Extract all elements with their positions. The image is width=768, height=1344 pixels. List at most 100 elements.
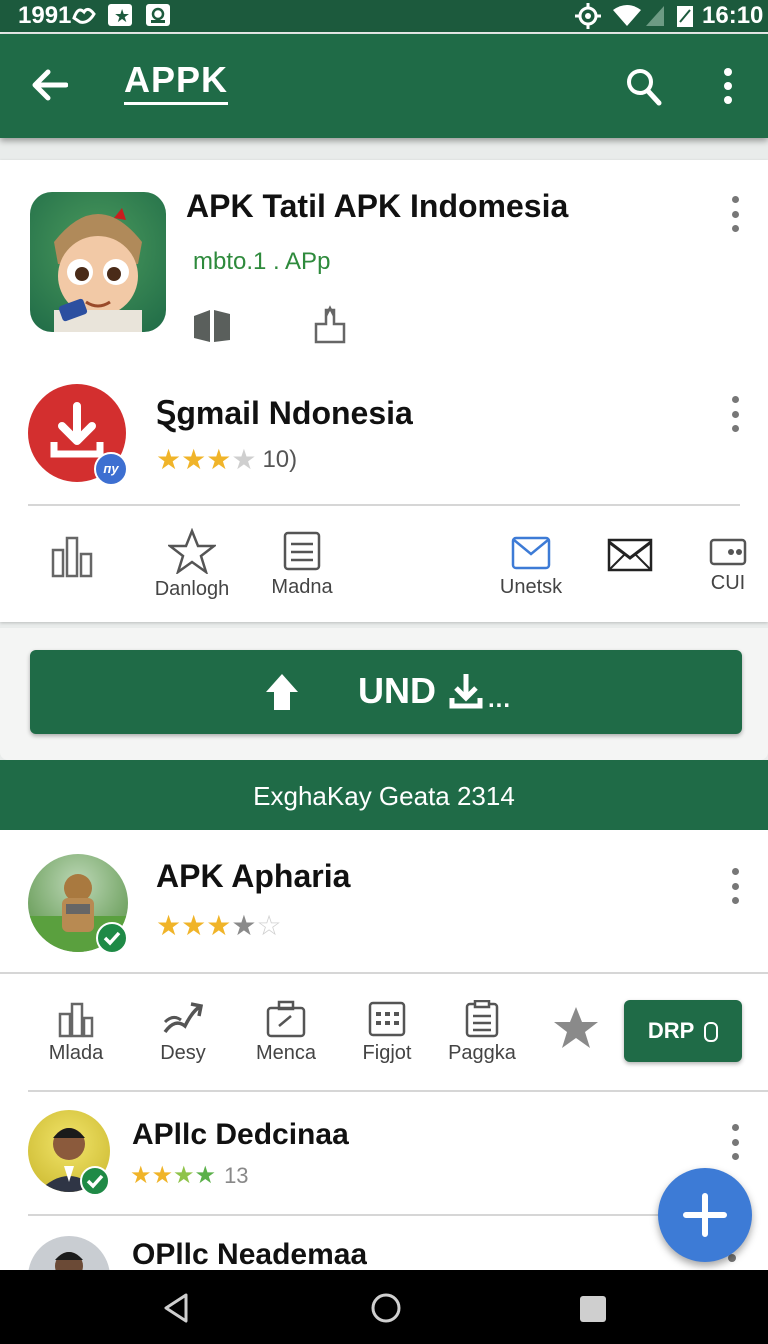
star-icon: ★ — [151, 1162, 174, 1189]
divider — [28, 504, 740, 506]
action-calendar[interactable]: Figjot — [356, 1000, 418, 1065]
star-icon: ★ — [206, 444, 232, 475]
action-mail[interactable]: Unetsk — [496, 534, 566, 599]
action-label: Madna — [271, 576, 333, 598]
toggle-icon — [704, 1022, 719, 1043]
star-icon: ★ — [173, 1162, 195, 1189]
app-avatar-man2[interactable] — [28, 1236, 110, 1270]
app-title[interactable]: OPllc Neademaa — [132, 1238, 367, 1270]
signal-icon — [646, 6, 664, 26]
star-outline-icon — [168, 528, 216, 574]
rating-count: 10) — [262, 446, 298, 473]
action-briefcase[interactable]: Menca — [250, 1000, 322, 1065]
app-badge: пу — [94, 452, 128, 486]
verified-check-icon — [96, 922, 128, 954]
settings-icon — [575, 3, 601, 29]
action-favorite[interactable]: Danlogh — [150, 528, 234, 601]
featured-apps-card: APK Tatil APK Indomesia mbto.1 . APp пу … — [0, 160, 768, 622]
back-nav-icon[interactable] — [162, 1292, 190, 1324]
star-filled-icon[interactable] — [552, 1004, 600, 1050]
briefcase-icon — [266, 1000, 306, 1038]
action-clipboard[interactable]: Paggka — [446, 1000, 518, 1065]
bar-chart-icon — [51, 536, 93, 578]
action-label: Paggka — [448, 1042, 516, 1064]
star-icon: ★ — [181, 444, 207, 475]
app-rating: ★ ★ ★ ★ 13 — [130, 1162, 249, 1190]
star-icon: ★ — [206, 910, 232, 941]
star-icon: ★ — [130, 1162, 152, 1189]
navigation-bar — [0, 1270, 768, 1344]
app-icon-download[interactable]: пу — [28, 384, 128, 486]
app-title[interactable]: Ȿgmail Ndonesia — [156, 394, 413, 432]
app-overflow-menu-icon[interactable] — [723, 1124, 747, 1160]
action-stats[interactable] — [44, 534, 98, 582]
banner-text: ExghaKay Geata 2314 — [253, 781, 515, 811]
action-trend[interactable]: Desy — [152, 1000, 214, 1065]
action-document[interactable]: Madna — [266, 530, 338, 599]
ellipsis-icon: ... — [488, 686, 512, 713]
verified-check-icon — [80, 1166, 110, 1196]
divider — [0, 972, 768, 974]
app-overflow-menu-icon[interactable] — [723, 868, 747, 904]
star-icon: ★ — [231, 910, 257, 941]
calendar-icon — [368, 1001, 406, 1037]
download-icon — [449, 674, 483, 709]
star-icon: ★ — [156, 910, 182, 941]
app-subtitle: mbto.1 . APp — [193, 248, 330, 276]
card-icon — [709, 538, 747, 566]
add-fab-button[interactable] — [658, 1168, 752, 1262]
main-download-button[interactable]: UND ... — [30, 650, 742, 734]
divider — [28, 1090, 768, 1092]
star-icon: ★ — [194, 1162, 217, 1189]
book-icon[interactable] — [192, 308, 232, 344]
document-icon — [283, 531, 321, 571]
app-rating: ★ ★ ★ ★ 10) — [156, 446, 297, 474]
photo-notification-icon — [146, 4, 170, 26]
drp-button-label: DRP — [647, 1018, 694, 1043]
app-overflow-menu-icon[interactable] — [723, 196, 747, 232]
app-title[interactable]: APllc Dedcinaa — [132, 1118, 349, 1152]
app-subtitle-text: mbto.1 . APp — [193, 248, 331, 275]
clipboard-icon — [465, 1000, 499, 1038]
envelope-icon — [607, 538, 653, 572]
upload-icon — [266, 674, 298, 710]
app-title[interactable]: APK Tatil APK Indomesia — [186, 188, 568, 225]
share-hand-icon[interactable] — [308, 304, 348, 346]
app-bar-title: APPK — [124, 60, 229, 105]
action-envelope[interactable] — [606, 538, 654, 572]
back-arrow-icon[interactable] — [30, 68, 68, 102]
app-rating: ★ ★ ★ ★ ☆ — [156, 912, 282, 940]
divider — [28, 1214, 740, 1216]
search-icon[interactable] — [624, 66, 662, 106]
action-label: Desy — [160, 1042, 206, 1064]
action-label: Danlogh — [154, 578, 230, 600]
action-label: Mlada — [48, 1042, 104, 1064]
home-nav-icon[interactable] — [370, 1292, 402, 1324]
mail-icon — [511, 536, 551, 570]
main-button-label: UND — [358, 670, 436, 711]
wifi-icon — [613, 5, 641, 26]
rating-count: 13 — [224, 1163, 249, 1188]
apps-list-card: APK Apharia ★ ★ ★ ★ ☆ Mlada Desy Menca F… — [0, 830, 768, 1270]
status-time-left: 1991 — [18, 2, 72, 29]
app-overflow-menu-icon[interactable] — [723, 396, 747, 432]
overflow-menu-icon[interactable] — [716, 68, 740, 104]
action-label: Figjot — [362, 1042, 412, 1064]
status-time-right: 16:10 — [702, 2, 764, 29]
trend-arrow-icon — [163, 1002, 204, 1034]
drp-button[interactable]: DRP — [624, 1000, 742, 1062]
app-icon-character[interactable] — [30, 192, 166, 332]
star-empty-icon: ★ — [231, 444, 257, 475]
svg-text:★: ★ — [114, 6, 130, 26]
app-title[interactable]: APK Apharia — [156, 858, 350, 895]
app-bar: APPK — [0, 34, 768, 138]
status-bar: 1991 ★ 16:10 — [0, 0, 768, 32]
bar-chart-icon — [58, 1002, 94, 1038]
action-label: Menca — [255, 1042, 317, 1064]
recents-nav-icon[interactable] — [580, 1296, 606, 1322]
action-label: Unetsk — [499, 576, 563, 598]
action-card[interactable]: CUI — [708, 536, 748, 595]
action-stats[interactable]: Mlada — [42, 1000, 110, 1065]
star-icon: ★ — [181, 910, 207, 941]
star-icon: ★ — [156, 444, 182, 475]
